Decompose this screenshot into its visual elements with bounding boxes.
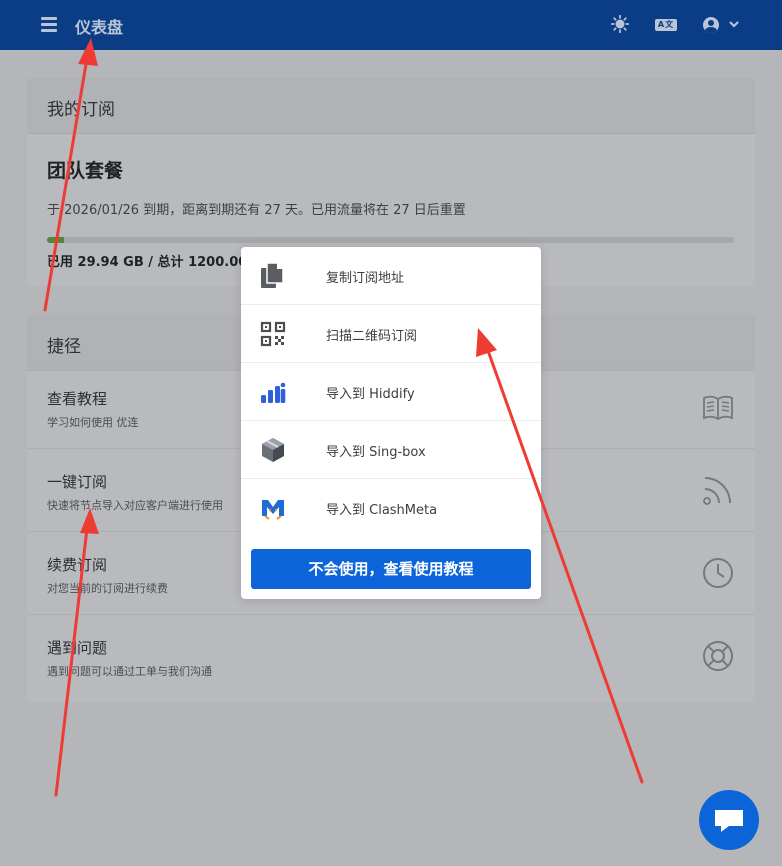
usage-text: 已用 29.94 GB / 总计 1200.00 GB	[47, 255, 273, 270]
top-header: 仪表盘 A文	[0, 0, 782, 50]
shortcut-desc: 快速将节点导入对应客户端进行使用	[47, 499, 223, 512]
shortcut-desc: 对您当前的订阅进行续费	[47, 582, 168, 595]
menu-icon[interactable]	[41, 17, 57, 33]
chevron-down-icon[interactable]	[728, 18, 740, 30]
dropdown-item-import-hiddify[interactable]: 导入到 Hiddify	[241, 363, 541, 421]
dropdown-item-label: 复制订阅地址	[326, 271, 405, 286]
book-icon	[703, 395, 733, 421]
rss-icon	[703, 477, 731, 505]
shortcut-title: 续费订阅	[47, 556, 108, 574]
shortcut-title: 一键订阅	[47, 473, 108, 491]
plan-name: 团队套餐	[47, 160, 124, 182]
chat-support-button[interactable]	[699, 790, 759, 850]
chat-bubble-icon	[715, 810, 743, 832]
hiddify-icon	[261, 382, 286, 403]
subscription-card-title: 我的订阅	[47, 100, 115, 120]
dropdown-item-label: 导入到 Hiddify	[326, 387, 415, 402]
shortcut-title: 遇到问题	[47, 639, 108, 657]
dropdown-item-label: 导入到 ClashMeta	[326, 503, 438, 518]
copy-icon	[261, 262, 284, 288]
dropdown-item-import-clashmeta[interactable]: 导入到 ClashMeta	[241, 479, 541, 537]
dropdown-item-scan-qr[interactable]: 扫描二维码订阅	[241, 305, 541, 363]
subscribe-dropdown-menu: 复制订阅地址 扫描二维码订阅 导入到 Hiddify 导入到 Sing-box	[241, 247, 541, 599]
view-tutorial-button[interactable]: 不会使用，查看使用教程	[251, 549, 531, 589]
singbox-icon	[262, 438, 284, 462]
dropdown-item-label: 导入到 Sing-box	[326, 445, 426, 460]
qrcode-icon	[260, 321, 286, 347]
clashmeta-icon	[262, 500, 284, 520]
usage-progress-fill	[47, 237, 65, 243]
shortcut-desc: 学习如何使用 优连	[47, 416, 139, 429]
user-avatar-icon[interactable]	[703, 17, 719, 33]
dropdown-item-copy-url[interactable]: 复制订阅地址	[241, 247, 541, 305]
subscription-card-header	[27, 78, 755, 134]
dropdown-item-label: 扫描二维码订阅	[326, 329, 418, 344]
translate-icon[interactable]: A文	[655, 19, 677, 31]
usage-progress-bar	[47, 237, 734, 243]
sun-icon[interactable]	[611, 15, 629, 33]
shortcut-title: 查看教程	[47, 390, 108, 408]
plan-expiry-text: 于 2026/01/26 到期，距离到期还有 27 天。已用流量将在 27 日后…	[47, 203, 466, 218]
shortcuts-card-title: 捷径	[47, 337, 81, 357]
clock-icon	[703, 558, 733, 588]
dropdown-item-import-singbox[interactable]: 导入到 Sing-box	[241, 421, 541, 479]
shortcut-desc: 遇到问题可以通过工单与我们沟通	[47, 665, 212, 678]
shortcut-report-issue[interactable]: 遇到问题 遇到问题可以通过工单与我们沟通	[27, 614, 755, 697]
lifebuoy-icon	[703, 641, 733, 671]
page-title: 仪表盘	[75, 18, 124, 37]
